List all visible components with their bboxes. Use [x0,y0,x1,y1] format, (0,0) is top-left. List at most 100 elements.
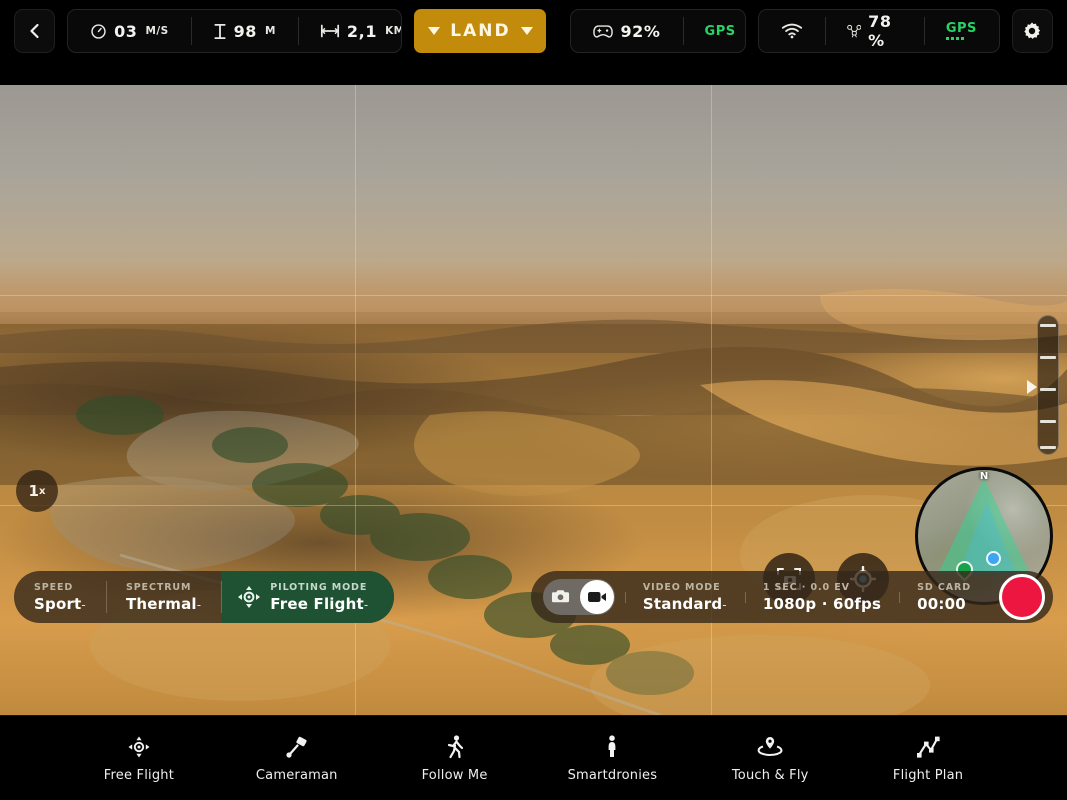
back-button[interactable] [14,9,56,53]
gps-badge-drone: GPS [945,21,977,40]
gps-label-drone: GPS [945,21,977,36]
piloting-mode-caption: PILOTING MODE [270,581,368,593]
nav-label: Touch & Fly [731,768,809,783]
photo-camera-icon [551,588,570,604]
drone-gps[interactable]: GPS [923,10,999,52]
altitude-value: 98 [233,21,258,41]
nav-item-flight-plan[interactable]: Flight Plan [868,733,988,783]
dpad-icon [238,586,261,608]
exposure-value: 1080p · 60fps [762,594,882,613]
sd-card-caption: SD CARD [917,581,971,593]
wifi-icon [781,23,802,39]
waypoints-icon [915,733,941,759]
nav-item-free-flight[interactable]: Free Flight [79,733,199,783]
controller-battery-value: 92% [620,21,661,41]
exposure-slider[interactable] [1037,315,1059,455]
slider-tick [1040,446,1056,449]
spectrum-text: Thermal [125,594,197,613]
nav-item-follow-me[interactable]: Follow Me [395,733,515,783]
drone-battery[interactable]: 78 % [824,10,924,52]
exposure-caption: 1 sec · 0.0 EV [762,581,850,593]
distance-value: 2,1 [346,21,378,41]
gps-signal-bars-icon [945,37,966,40]
distance-unit: KM [385,25,401,37]
drone-battery-value: 78 % [868,12,892,50]
drone-icon [846,24,862,38]
grid-line-horizontal-2 [0,504,1067,506]
video-camera-icon [579,580,614,614]
caret-down-right-icon [520,27,533,35]
settings-button[interactable] [1011,9,1053,53]
slider-thumb[interactable] [1027,380,1037,394]
camera-settings-panel: VIDEO MODE Standard- 1 sec · 0.0 EV 1080… [530,571,1053,623]
telemetry-group: 03 M/S 98 M 2,1 KM [67,9,403,53]
speed-unit: M/S [145,25,169,37]
minimap-north-label: N [979,471,989,482]
distance-icon [320,24,339,38]
piloting-mode-text: Free Flight [270,594,364,613]
land-button[interactable]: LAND [414,9,547,53]
controller-battery[interactable]: 92% [571,10,682,52]
nav-item-cameraman[interactable]: Cameraman [237,733,357,783]
nav-label: Free Flight [103,768,175,783]
altitude-readout[interactable]: 98 M [190,10,298,52]
exposure-settings[interactable]: 1 sec · 0.0 EV 1080p · 60fps [744,581,899,613]
caret-down-left-icon [428,27,441,35]
speed-mode-selector[interactable]: SPEED Sport- [14,571,106,623]
sd-card-status[interactable]: SD CARD 00:00 [899,582,989,613]
video-mode-chevron: - [722,597,727,612]
drone-marker [986,551,1001,566]
nav-label: Cameraman [255,768,338,783]
altitude-unit: M [265,25,276,37]
zoom-level-badge[interactable]: 1x [16,470,58,512]
altitude-icon [213,23,226,39]
nav-item-touch-and-fly[interactable]: Touch & Fly [710,733,830,783]
dpad-icon [126,733,152,759]
distance-readout[interactable]: 2,1 KM [297,10,401,52]
video-mode-selector[interactable]: VIDEO MODE Standard- [624,581,745,613]
standing-person-icon [604,733,620,759]
video-feed[interactable]: 1x N SPEED Sport- SPECTRUM Thermal- PILO… [0,85,1067,715]
piloting-mode-chevron: - [363,597,369,612]
speed-mode-value: Sport- [34,595,86,613]
wifi-status[interactable] [759,10,825,52]
top-status-bar: 03 M/S 98 M 2,1 KM LAND [0,0,1067,62]
speed-mode-text: Sport [34,594,82,613]
spectrum-selector[interactable]: SPECTRUM Thermal- [105,571,221,623]
chevron-left-icon [29,23,39,39]
drone-controller-app: 03 M/S 98 M 2,1 KM LAND [0,0,1067,800]
running-person-icon [444,733,466,759]
nav-label: Smartdronies [567,768,658,783]
piloting-mode-texts: PILOTING MODE Free Flight- [270,582,368,613]
speed-readout[interactable]: 03 M/S [68,10,191,52]
map-pin-icon [755,733,785,759]
controller-status-group: 92% GPS [570,9,746,53]
controller-icon [593,24,614,38]
video-mode-text: Standard [642,594,723,613]
cameraman-icon [284,733,310,759]
nav-item-smartdronies[interactable]: Smartdronies [552,733,672,783]
spectrum-caption: SPECTRUM [125,581,192,593]
nav-label: Follow Me [421,768,488,783]
zoom-level-value: 1 [28,482,39,500]
speed-value: 03 [114,21,138,41]
slider-tick [1040,420,1056,423]
photo-video-toggle[interactable] [542,579,615,615]
controller-gps[interactable]: GPS [682,10,745,52]
speedometer-icon [91,23,106,39]
gps-label-controller: GPS [704,23,736,39]
grid-line-horizontal-1 [0,294,1067,296]
slider-tick [1040,388,1056,391]
drone-status-group: 78 % GPS [757,9,1000,53]
spectrum-value: Thermal- [126,595,201,613]
gps-badge-controller: GPS [705,25,736,38]
bottom-navigation: Free Flight Cameraman Follow Me Smartdro… [0,715,1067,800]
record-button[interactable] [999,574,1045,620]
slider-tick [1040,356,1056,359]
spectrum-chevron: - [196,597,202,612]
flight-settings-panel: SPEED Sport- SPECTRUM Thermal- PILOTING … [14,571,395,623]
piloting-mode-selector[interactable]: PILOTING MODE Free Flight- [221,571,395,623]
video-mode-caption: VIDEO MODE [642,581,721,593]
land-button-label: LAND [450,21,511,41]
slider-tick [1040,324,1056,327]
